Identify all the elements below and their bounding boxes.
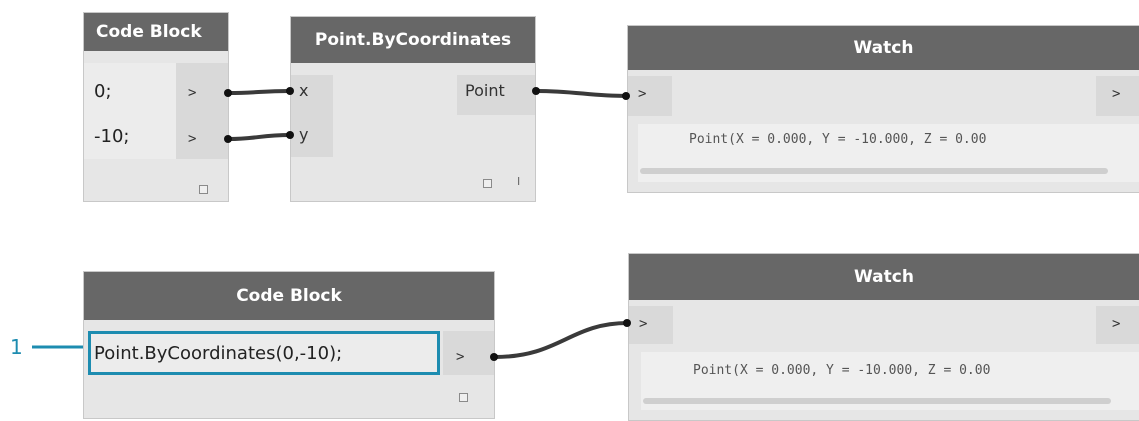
port-dot — [224, 89, 232, 97]
node-title: Watch — [628, 26, 1139, 70]
output-port-1[interactable]: > — [188, 85, 196, 101]
wire-point-watch — [535, 89, 628, 98]
output-port[interactable]: > — [1112, 86, 1120, 102]
watch-node[interactable]: Watch > > Point(X = 0.000, Y = -10.000, … — [628, 253, 1139, 421]
output-port-2[interactable]: > — [188, 131, 196, 147]
watch-value: Point(X = 0.000, Y = -10.000, Z = 0.00 — [693, 363, 991, 378]
port-dot — [224, 135, 232, 143]
wire-code2-watch2 — [494, 321, 629, 359]
preview-toggle-icon[interactable] — [199, 185, 208, 194]
output-port[interactable]: > — [456, 349, 464, 365]
input-port-column — [629, 306, 673, 344]
node-title: Watch — [629, 254, 1139, 300]
input-port-x[interactable]: x — [299, 81, 308, 100]
lacing-indicator: I — [517, 175, 521, 188]
output-port[interactable]: > — [1112, 316, 1120, 332]
output-port-point[interactable]: Point — [465, 81, 505, 100]
input-port[interactable]: > — [639, 316, 647, 332]
code-line-1[interactable]: 0; — [94, 81, 112, 102]
code-block-node[interactable]: Code Block Point.ByCoordinates(0,-10); > — [83, 271, 495, 419]
output-port-column — [176, 63, 228, 159]
node-title: Code Block — [84, 272, 494, 320]
code-line[interactable]: Point.ByCoordinates(0,-10); — [94, 343, 342, 364]
input-port-column — [628, 76, 672, 116]
horizontal-scrollbar[interactable] — [643, 398, 1111, 404]
code-line-2[interactable]: -10; — [94, 126, 129, 147]
port-dot — [532, 87, 540, 95]
port-dot — [490, 353, 498, 361]
preview-toggle-icon[interactable] — [459, 393, 468, 402]
wire-code-x — [228, 89, 291, 95]
watch-node[interactable]: Watch > > Point(X = 0.000, Y = -10.000, … — [627, 25, 1139, 193]
point-bycoordinates-node[interactable]: Point.ByCoordinates x y Point I — [290, 16, 536, 202]
code-block-node[interactable]: Code Block 0; -10; > > — [83, 12, 229, 202]
horizontal-scrollbar[interactable] — [640, 168, 1108, 174]
input-port-y[interactable]: y — [299, 125, 308, 144]
wire-code-y — [228, 133, 291, 141]
watch-value: Point(X = 0.000, Y = -10.000, Z = 0.00 — [689, 132, 987, 147]
preview-toggle-icon[interactable] — [483, 179, 492, 188]
port-dot — [286, 131, 294, 139]
input-port-column — [291, 75, 333, 157]
node-title: Code Block — [84, 13, 228, 51]
port-dot — [623, 319, 631, 327]
output-port-column — [443, 331, 494, 375]
port-dot — [286, 87, 294, 95]
node-title: Point.ByCoordinates — [291, 17, 535, 63]
input-port[interactable]: > — [638, 86, 646, 102]
callout-number: 1 — [10, 335, 23, 359]
port-dot — [622, 92, 630, 100]
